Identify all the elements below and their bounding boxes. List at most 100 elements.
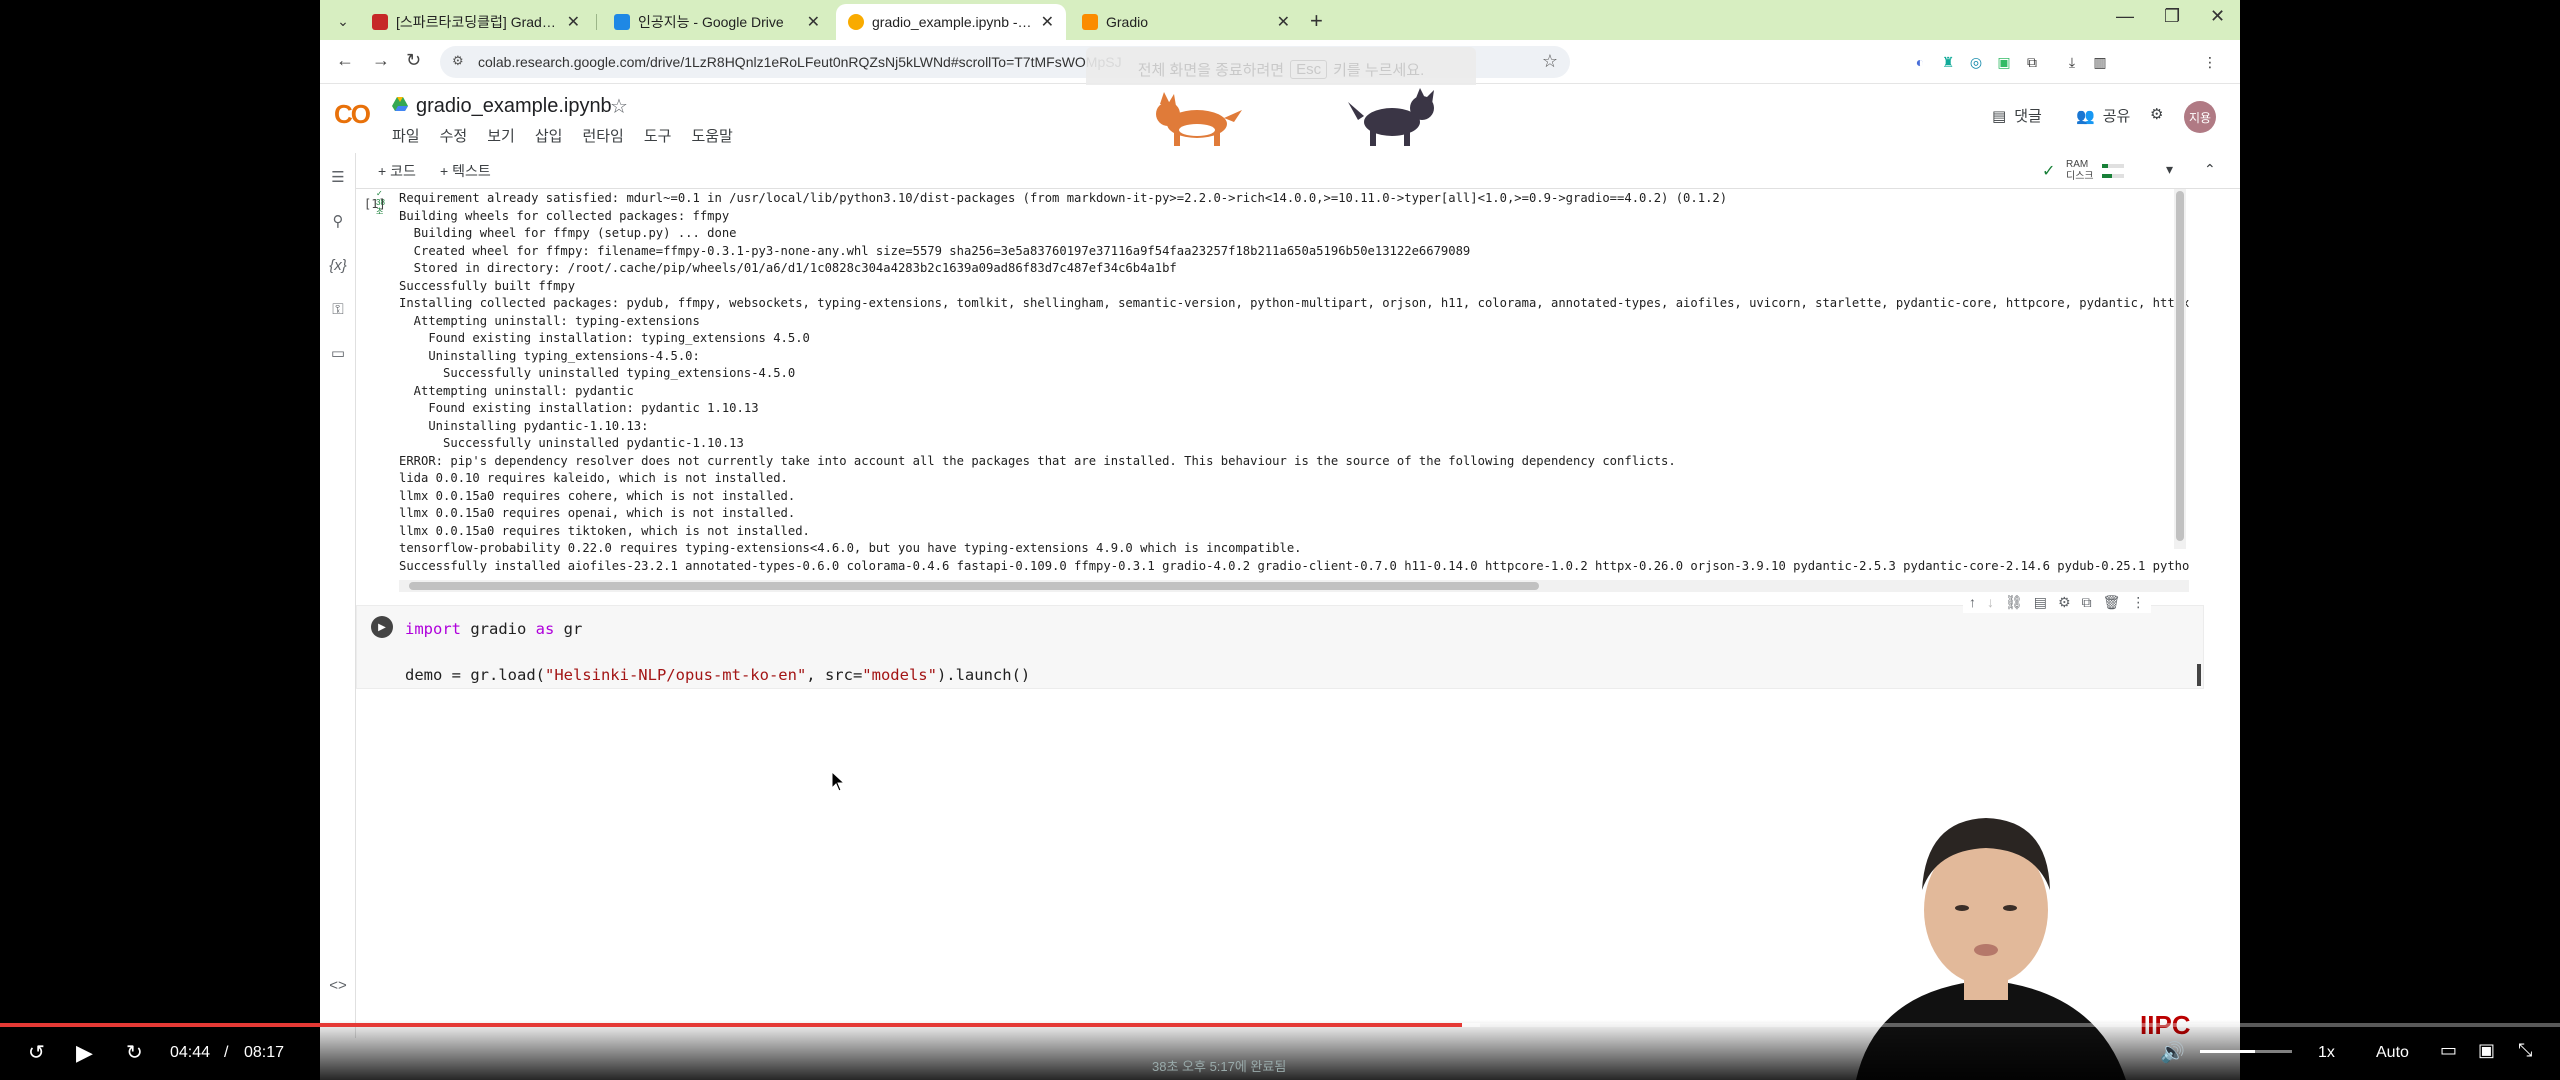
avatar[interactable]: 지용	[2184, 101, 2216, 133]
menu-item-file[interactable]: 파일	[392, 125, 420, 146]
rewind-10-icon[interactable]: ↺	[28, 1040, 45, 1065]
toast-text: 키를 누르세요.	[1333, 61, 1425, 79]
progress-bar[interactable]	[0, 1023, 2560, 1027]
tab-colab[interactable]: gradio_example.ipynb - Colab ✕	[836, 4, 1066, 40]
side-panel-icon[interactable]: ▥	[2090, 52, 2110, 72]
more-icon[interactable]: ⋮	[2131, 594, 2145, 611]
tab-search-icon[interactable]: ⌄	[330, 8, 356, 34]
tab-gradio[interactable]: Gradio ✕	[1070, 4, 1302, 40]
extension-icon[interactable]: ◐	[1910, 52, 1930, 72]
volume-slider[interactable]	[2200, 1050, 2292, 1053]
extensions-puzzle-icon[interactable]: ⧉	[2022, 52, 2042, 72]
vertical-scrollbar[interactable]	[2174, 189, 2186, 549]
quality-selector[interactable]: Auto	[2376, 1044, 2409, 1062]
output-line: Successfully installed aiofiles-23.2.1 a…	[399, 558, 2189, 573]
menu-item-tools[interactable]: 도구	[644, 125, 672, 146]
code-cell[interactable]: ▶ import gradio as gr demo = gr.load("He…	[356, 605, 2204, 689]
drive-icon	[614, 14, 630, 30]
disk-label: 디스크	[2066, 171, 2094, 182]
code-snippets-icon[interactable]: <>	[328, 975, 348, 995]
tab-label: Gradio	[1106, 14, 1149, 30]
share-button[interactable]: 👥 공유	[2076, 105, 2130, 126]
chevron-down-icon[interactable]: ▾	[2166, 161, 2173, 178]
playback-speed[interactable]: 1x	[2318, 1044, 2335, 1062]
forward-10-icon[interactable]: ↻	[126, 1040, 143, 1065]
bookmark-star-icon[interactable]: ☆	[1542, 51, 1558, 72]
resource-indicator[interactable]: RAM 디스크	[2066, 159, 2094, 183]
move-up-icon[interactable]: ↑	[1969, 594, 1976, 611]
output-line: Attempting uninstall: typing-extensions	[399, 313, 700, 328]
resource-bars-icon	[2102, 164, 2124, 178]
extension-icon[interactable]: ▣	[1994, 52, 2014, 72]
horizontal-scrollbar[interactable]	[399, 580, 2189, 592]
key-icon[interactable]: ⚿	[328, 299, 348, 319]
reload-icon[interactable]: ↻	[406, 50, 421, 71]
captions-icon[interactable]: ▭	[2440, 1040, 2457, 1061]
add-code-button[interactable]: + 코드	[378, 161, 416, 181]
maximize-icon[interactable]: ❐	[2164, 6, 2180, 27]
close-icon[interactable]: ✕	[1041, 12, 1054, 32]
tab-google-drive[interactable]: 인공지능 - Google Drive ✕	[602, 4, 832, 40]
download-icon[interactable]: ⤓	[2062, 52, 2082, 72]
output-line: Successfully uninstalled typing_extensio…	[399, 366, 796, 380]
connected-check-icon: ✓	[2042, 163, 2056, 180]
chevron-up-icon[interactable]: ⌃	[2204, 161, 2216, 178]
notebook-title[interactable]: gradio_example.ipynb	[416, 95, 612, 118]
play-icon[interactable]: ▶	[76, 1040, 93, 1066]
add-text-button[interactable]: + 텍스트	[440, 161, 491, 181]
output-line: llmx 0.0.15a0 requires cohere, which is …	[399, 488, 796, 503]
exit-fullscreen-icon[interactable]: ⤡	[2518, 1040, 2532, 1061]
output-line: Building wheels for collected packages: …	[399, 208, 730, 223]
url-text[interactable]: colab.research.google.com/drive/1LzR8HQn…	[478, 54, 1122, 70]
colab-logo[interactable]: CO	[334, 99, 378, 131]
comment-button[interactable]: ▤ 댓글	[1992, 105, 2042, 126]
volume-icon[interactable]: 🔊	[2160, 1040, 2185, 1065]
link-icon[interactable]: ⛓	[2005, 594, 2023, 611]
delete-icon[interactable]: 🗑	[2103, 594, 2121, 611]
total-time: 08:17	[244, 1044, 285, 1061]
settings-icon[interactable]: ⚙	[2150, 105, 2163, 123]
move-down-icon[interactable]: ↓	[1987, 594, 1994, 611]
comment-icon[interactable]: ▤	[2034, 594, 2047, 611]
menu-item-runtime[interactable]: 런타임	[582, 125, 623, 146]
mouse-pointer-icon	[832, 772, 846, 792]
output-line: llmx 0.0.15a0 requires tiktoken, which i…	[399, 523, 810, 538]
folder-icon[interactable]: ▭	[328, 343, 348, 363]
new-tab-icon[interactable]: +	[1310, 8, 1323, 34]
browser-menu-icon[interactable]: ⋮	[2200, 52, 2220, 72]
extension-icon[interactable]: ♜	[1938, 52, 1958, 72]
output-line: Requirement already satisfied: mdurl~=0.…	[399, 191, 1728, 205]
left-sidebar: ☰ ⚲ {x} ⚿ ▭ <>	[320, 153, 356, 1038]
menu-item-view[interactable]: 보기	[487, 125, 515, 146]
tab-label: 인공지능 - Google Drive	[638, 14, 784, 30]
window-close-icon[interactable]: ✕	[2210, 6, 2225, 27]
tab-sparta[interactable]: [스파르타코딩클럽] Gradio로 ... ✕	[360, 4, 592, 40]
extension-icon[interactable]: ◎	[1966, 52, 1986, 72]
drive-icon[interactable]	[392, 97, 408, 111]
close-icon[interactable]: ✕	[807, 12, 820, 32]
menu-bar: 파일 수정 보기 삽입 런타임 도구 도움말	[392, 125, 733, 146]
menu-item-insert[interactable]: 삽입	[535, 125, 563, 146]
menu-item-edit[interactable]: 수정	[440, 125, 468, 146]
forward-icon[interactable]: →	[372, 50, 390, 71]
execution-count: [1]	[364, 197, 386, 211]
share-label: 공유	[2102, 108, 2131, 125]
ram-label: RAM	[2066, 159, 2089, 170]
gradio-icon	[1082, 14, 1098, 30]
site-info-icon[interactable]: ⚙	[452, 53, 464, 69]
settings-icon[interactable]: ⚙	[2058, 594, 2071, 611]
minimize-icon[interactable]: —	[2116, 6, 2134, 27]
variables-icon[interactable]: {x}	[328, 255, 348, 275]
table-of-contents-icon[interactable]: ☰	[328, 167, 348, 187]
theater-mode-icon[interactable]: ▣	[2478, 1040, 2495, 1061]
menu-item-help[interactable]: 도움말	[691, 125, 732, 146]
code-line-1[interactable]: import gradio as gr	[405, 620, 582, 638]
code-line-2[interactable]: demo = gr.load("Helsinki-NLP/opus-mt-ko-…	[405, 666, 1030, 684]
search-icon[interactable]: ⚲	[328, 211, 348, 231]
close-icon[interactable]: ✕	[1277, 12, 1290, 32]
run-cell-button[interactable]: ▶	[371, 616, 393, 638]
back-icon[interactable]: ←	[336, 50, 354, 71]
close-icon[interactable]: ✕	[567, 12, 580, 32]
mirror-cell-icon[interactable]: ⧉	[2082, 594, 2092, 611]
star-icon[interactable]: ☆	[610, 94, 628, 119]
